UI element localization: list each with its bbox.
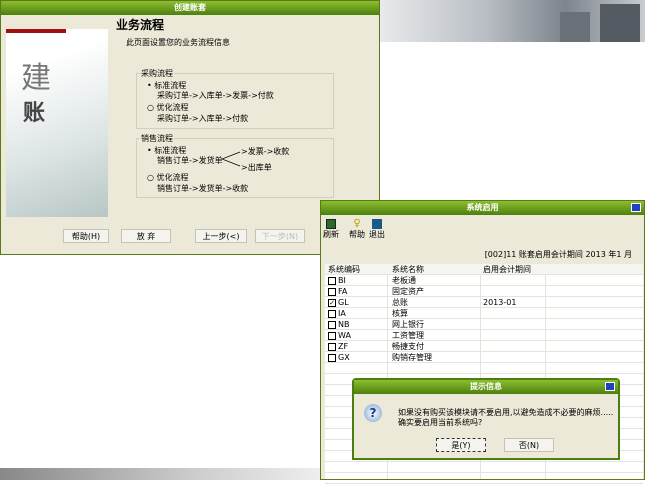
enable-checkbox[interactable] (328, 276, 336, 285)
no-button[interactable]: 否(N) (504, 438, 554, 452)
close-button[interactable] (605, 382, 615, 391)
purchase-flow-group: 采购流程 • 标准流程 采购订单->入库单->发票->付款 ○ 优化流程 采购订… (136, 68, 334, 129)
flow-branch: >发票->收款 (241, 147, 290, 156)
flow-desc: 采购订单->入库单->付款 (157, 114, 249, 123)
radio-label: 优化流程 (156, 173, 189, 182)
radio-label: 标准流程 (154, 81, 187, 90)
table-row[interactable]: BI 老板通 (325, 275, 643, 286)
radio-label: 标准流程 (154, 146, 187, 155)
page-title: 业务流程 (116, 18, 165, 32)
column-header: 启用会计期间 (483, 265, 531, 274)
sales-flow-group: 销售流程 • 标准流程 销售订单->发货单 >发票->收款 >出库单 ○ 优化流… (136, 133, 334, 198)
table-row[interactable]: WA 工资管理 (325, 330, 643, 341)
start-period: 2013-01 (483, 298, 517, 307)
empty-row (325, 363, 643, 374)
enable-checkbox[interactable] (328, 309, 336, 318)
enable-checkbox[interactable]: ✓ (328, 298, 336, 307)
system-code: NB (338, 320, 350, 329)
group-label: 销售流程 (140, 133, 174, 144)
system-name: 工资管理 (392, 331, 424, 340)
system-name: 老板通 (392, 276, 416, 285)
system-code: IA (338, 309, 346, 318)
system-name: 总账 (392, 298, 408, 307)
prompt-dialog: 提示信息 ? 如果没有购买该模块请不要启用,以避免造成不必要的麻烦..... 确… (352, 378, 620, 460)
key-icon: ♀ (353, 218, 361, 229)
column-header: 系统名称 (392, 265, 424, 274)
system-title-bar: 系统启用 (321, 201, 644, 215)
refresh-button[interactable]: 刷新 (323, 219, 339, 240)
sales-optimized-radio[interactable]: ○ 优化流程 (147, 172, 189, 183)
exit-button[interactable]: 退出 (369, 219, 385, 240)
question-icon: ? (364, 404, 382, 422)
table-row[interactable]: FA 固定资产 (325, 286, 643, 297)
enable-checkbox[interactable] (328, 342, 336, 351)
help-label: 帮助 (349, 230, 365, 239)
prompt-title-bar: 提示信息 (354, 380, 618, 394)
prev-button[interactable]: 上一步(<) (195, 229, 247, 243)
dialog-title: 提示信息 (470, 382, 502, 391)
table-row[interactable]: GX 购销存管理 (325, 352, 643, 363)
system-code: GX (338, 353, 350, 362)
group-label: 采购流程 (140, 68, 174, 79)
red-accent-bar (6, 29, 66, 33)
column-header: 系统编码 (328, 265, 360, 274)
system-code: WA (338, 331, 351, 340)
system-code: ZF (338, 342, 349, 351)
refresh-icon (326, 219, 336, 229)
table-row[interactable]: NB 网上银行 (325, 319, 643, 330)
side-char-jian: 建 (21, 61, 51, 96)
page-subtitle: 此页面设置您的业务流程信息 (126, 38, 230, 47)
table-header: 系统编码 系统名称 启用会计期间 (325, 264, 643, 275)
system-name: 固定资产 (392, 287, 424, 296)
table-row[interactable]: IA 核算 (325, 308, 643, 319)
enable-checkbox[interactable] (328, 353, 336, 362)
flow-desc: 销售订单->发货单 (157, 156, 223, 165)
branch-lines (222, 151, 241, 167)
system-code: FA (338, 287, 348, 296)
window-title: 系统启用 (466, 203, 499, 212)
radio-label: 优化流程 (156, 103, 189, 112)
enable-checkbox[interactable] (328, 320, 336, 329)
system-name: 畅捷支付 (392, 342, 424, 351)
close-button[interactable] (631, 203, 641, 212)
side-char-zhang: 账 (23, 100, 46, 126)
background-strip (0, 468, 320, 480)
exit-label: 退出 (369, 230, 385, 239)
empty-row (325, 473, 643, 484)
background-building-photo (380, 0, 645, 42)
next-button[interactable]: 下一步(N) (255, 229, 305, 243)
table-row[interactable]: ✓ GL 总账 2013-01 (325, 297, 643, 308)
help-tool-button[interactable]: ♀ 帮助 (349, 219, 365, 240)
purchase-optimized-radio[interactable]: ○ 优化流程 (147, 102, 189, 113)
system-code: GL (338, 298, 349, 307)
enable-checkbox[interactable] (328, 287, 336, 296)
abandon-button[interactable]: 放 弃 (121, 229, 171, 243)
flow-desc: 销售订单->发货单->收款 (157, 184, 249, 193)
message-line: 确实要启用当前系统吗? (398, 418, 483, 427)
system-code: BI (338, 276, 346, 285)
period-info: [002]11 账套启用会计期间 2013 年1 月 (484, 250, 632, 259)
flow-branch: >出库单 (241, 163, 272, 172)
system-name: 购销存管理 (392, 353, 432, 362)
system-name: 核算 (392, 309, 408, 318)
wizard-title-bar: 创建账套 (1, 1, 379, 15)
system-name: 网上银行 (392, 320, 424, 329)
enable-checkbox[interactable] (328, 331, 336, 340)
refresh-label: 刷新 (323, 230, 339, 239)
empty-row (325, 462, 643, 473)
yes-button[interactable]: 是(Y) (436, 438, 486, 452)
table-row[interactable]: ZF 畅捷支付 (325, 341, 643, 352)
help-button[interactable]: 帮助(H) (63, 229, 109, 243)
exit-icon (372, 219, 382, 229)
flow-desc: 采购订单->入库单->发票->付款 (157, 91, 274, 100)
